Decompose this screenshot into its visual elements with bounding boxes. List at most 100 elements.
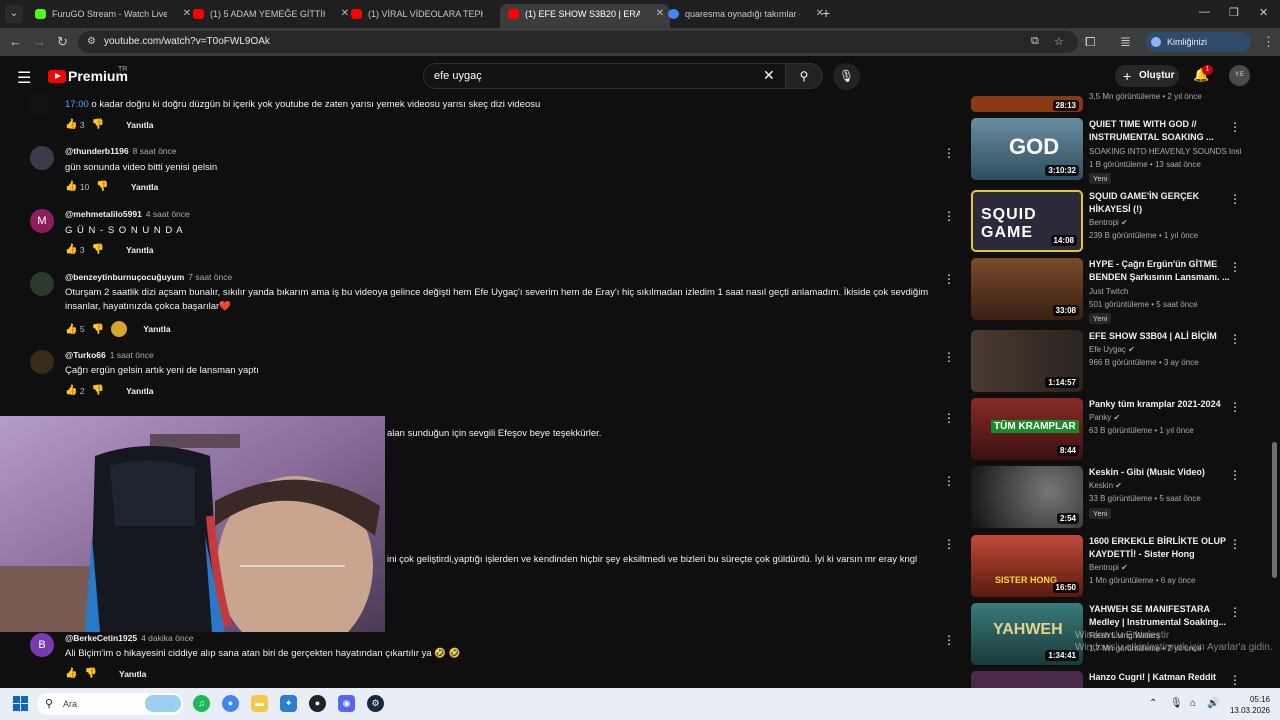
browser-tab[interactable]: quaresma oynadığı takımlar - G ✕ bbox=[660, 4, 830, 28]
author-name[interactable]: @benzeytinburnuçocuğuyum bbox=[65, 272, 184, 282]
tab-search-button[interactable]: ⌄ bbox=[5, 5, 23, 23]
video-menu-icon[interactable]: ⋮ bbox=[1229, 468, 1241, 482]
like-icon[interactable]: 👍 bbox=[65, 324, 77, 335]
video-title[interactable]: Hanzo Cugri! | Katman Reddit bbox=[1089, 671, 1241, 684]
spotify-icon[interactable]: ♫ bbox=[193, 695, 210, 712]
video-menu-icon[interactable]: ⋮ bbox=[1229, 192, 1241, 206]
comment-menu-icon[interactable]: ⋮ bbox=[943, 411, 955, 425]
comment-avatar[interactable] bbox=[30, 350, 54, 374]
search-button[interactable]: ⚲ bbox=[785, 63, 823, 89]
video-menu-icon[interactable]: ⋮ bbox=[1229, 537, 1241, 551]
comment-author[interactable]: @mehmetalilo5991 4 saat önce bbox=[65, 209, 190, 219]
minimize-icon[interactable]: — bbox=[1199, 6, 1210, 18]
video-channel[interactable]: Bentropi ✔ bbox=[1089, 218, 1241, 227]
voice-search-button[interactable]: 🎙 bbox=[833, 63, 860, 90]
reply-button[interactable]: Yanıtla bbox=[143, 324, 170, 334]
dislike-icon[interactable]: 👎 bbox=[85, 668, 97, 679]
recommendation-item[interactable]: 33:08 HYPE - Çağrı Ergün'ün GİTME BENDEN… bbox=[971, 258, 1261, 324]
recommendation-item[interactable]: GOD 3:10:32 QUIET TIME WITH GOD // INSTRU… bbox=[971, 118, 1261, 184]
video-menu-icon[interactable]: ⋮ bbox=[1229, 120, 1241, 134]
new-tab-icon[interactable]: + bbox=[822, 5, 830, 21]
comment-avatar[interactable] bbox=[30, 92, 54, 116]
create-button[interactable]: + Oluştur bbox=[1115, 65, 1179, 87]
comment-menu-icon[interactable]: ⋮ bbox=[943, 537, 955, 551]
verify-identity-button[interactable]: Kimliğinizi doğrulayın bbox=[1145, 32, 1251, 67]
video-thumbnail[interactable]: 33:08 bbox=[971, 258, 1083, 320]
account-avatar[interactable]: Y.E bbox=[1229, 65, 1250, 86]
extensions-icon[interactable]: ⧠ bbox=[1085, 34, 1095, 50]
comment-author[interactable]: @thunderb1196 8 saat önce bbox=[65, 146, 177, 156]
like-icon[interactable]: 👍 bbox=[65, 244, 77, 255]
channel-name[interactable]: Keskin bbox=[1089, 481, 1113, 490]
widget-icon[interactable] bbox=[145, 695, 181, 712]
chrome-icon[interactable]: ● bbox=[222, 695, 239, 712]
video-thumbnail[interactable]: 1:14:57 bbox=[971, 330, 1083, 392]
app-icon[interactable]: ✦ bbox=[280, 695, 297, 712]
video-channel[interactable]: Just Twitch bbox=[1089, 287, 1241, 296]
video-thumbnail[interactable]: 28:13 bbox=[971, 96, 1083, 112]
volume-icon[interactable]: 🔊 bbox=[1207, 698, 1219, 709]
video-thumbnail[interactable]: SQUID GAME 14:08 bbox=[971, 190, 1083, 252]
author-name[interactable]: @BerkeCetin1925 bbox=[65, 633, 137, 643]
bookmark-star-icon[interactable]: ☆ bbox=[1054, 35, 1064, 48]
scrollbar-thumb[interactable] bbox=[1272, 442, 1277, 578]
reply-button[interactable]: Yanıtla bbox=[131, 182, 158, 192]
comment-time[interactable]: 1 saat önce bbox=[110, 350, 154, 360]
restore-icon[interactable]: ❐ bbox=[1229, 6, 1239, 19]
reply-button[interactable]: Yanıtla bbox=[126, 386, 153, 396]
microphone-icon[interactable]: 🎙 bbox=[1170, 698, 1183, 709]
video-title[interactable]: EFE SHOW S3B04 | ALİ BİÇİM bbox=[1089, 330, 1241, 343]
dislike-icon[interactable]: 👎 bbox=[92, 244, 104, 255]
recommendation-item[interactable]: SISTER HONG 16:50 1600 ERKEKLE BİRLİKTE O… bbox=[971, 535, 1261, 597]
recommendation-item[interactable]: 2:54 Keskin - Gibi (Music Video) Keskin … bbox=[971, 466, 1261, 528]
browser-menu-icon[interactable]: ⋮ bbox=[1262, 34, 1275, 50]
comment-time[interactable]: 8 saat önce bbox=[133, 146, 177, 156]
author-name[interactable]: @Turko66 bbox=[65, 350, 106, 360]
author-name[interactable]: @thunderb1196 bbox=[65, 146, 129, 156]
video-menu-icon[interactable]: ⋮ bbox=[1229, 260, 1241, 274]
comment-author[interactable]: @Turko66 1 saat önce bbox=[65, 350, 154, 360]
video-thumbnail[interactable]: GOD 3:10:32 bbox=[971, 118, 1083, 180]
video-title[interactable]: YAHWEH SE MANIFESTARA Medley | Instrumen… bbox=[1089, 603, 1241, 629]
cast-icon[interactable]: ⧉ bbox=[1031, 35, 1039, 48]
dislike-icon[interactable]: 👎 bbox=[92, 385, 104, 396]
browser-tab[interactable]: FuruGO Stream - Watch Live on✕ bbox=[27, 4, 197, 28]
like-icon[interactable]: 👍 bbox=[65, 668, 77, 679]
windows-start-icon[interactable] bbox=[13, 696, 28, 711]
video-thumbnail[interactable] bbox=[971, 671, 1083, 688]
comment-menu-icon[interactable]: ⋮ bbox=[943, 209, 955, 223]
video-menu-icon[interactable]: ⋮ bbox=[1229, 400, 1241, 414]
channel-name[interactable]: Efe Uygaç bbox=[1089, 345, 1126, 354]
steam-icon[interactable]: ⚙ bbox=[367, 695, 384, 712]
site-info-icon[interactable]: ⚙ bbox=[87, 36, 96, 47]
forward-icon[interactable]: → bbox=[33, 34, 46, 49]
channel-name[interactable]: Bentropi bbox=[1089, 563, 1119, 572]
recommendation-item[interactable]: 1:14:57 EFE SHOW S3B04 | ALİ BİÇİM Efe U… bbox=[971, 330, 1261, 392]
video-title[interactable]: SQUID GAME'İN GERÇEK HİKAYESİ (!) bbox=[1089, 190, 1241, 216]
like-icon[interactable]: 👍 bbox=[65, 119, 77, 130]
video-title[interactable]: 1600 ERKEKLE BİRLİKTE OLUP KAYDETTİ! - S… bbox=[1089, 535, 1241, 561]
tray-expand-icon[interactable]: ⌃ bbox=[1149, 698, 1157, 709]
browser-tab-active[interactable]: (1) EFE SHOW S3B20 | ERAY CAN✕ bbox=[500, 4, 670, 28]
comment-menu-icon[interactable]: ⋮ bbox=[943, 350, 955, 364]
video-thumbnail[interactable]: YAHWEH 1:34:41 bbox=[971, 603, 1083, 665]
discord-icon[interactable]: ◉ bbox=[338, 695, 355, 712]
author-name[interactable]: @mehmetalilo5991 bbox=[65, 209, 142, 219]
reload-icon[interactable]: ↻ bbox=[57, 34, 68, 50]
recommendation-item[interactable]: SQUID GAME 14:08 SQUID GAME'İN GERÇEK HİK… bbox=[971, 190, 1261, 252]
comment-time[interactable]: 4 dakika önce bbox=[141, 633, 193, 643]
video-thumbnail[interactable]: 2:54 bbox=[971, 466, 1083, 528]
clear-search-icon[interactable]: ✕ bbox=[763, 67, 775, 84]
reply-button[interactable]: Yanıtla bbox=[126, 245, 153, 255]
video-menu-icon[interactable]: ⋮ bbox=[1229, 605, 1241, 619]
dislike-icon[interactable]: 👎 bbox=[96, 181, 108, 192]
network-icon[interactable]: ⌂ bbox=[1190, 698, 1196, 709]
browser-tab[interactable]: (1) VİRAL VİDEOLARA TEPKİ! - Y✕ bbox=[343, 4, 513, 28]
comment-menu-icon[interactable]: ⋮ bbox=[943, 474, 955, 488]
comment-author[interactable]: @benzeytinburnuçocuğuyum 7 saat önce bbox=[65, 272, 232, 282]
recommendation-item[interactable]: TÜM KRAMPLAR 8:44 Panky tüm kramplar 2021… bbox=[971, 398, 1261, 460]
channel-name[interactable]: Panky bbox=[1089, 413, 1111, 422]
video-channel[interactable]: Efe Uygaç ✔ bbox=[1089, 345, 1241, 354]
video-channel[interactable]: SOAKING INTO HEAVENLY SOUNDS Inst... bbox=[1089, 147, 1241, 156]
taskbar-clock[interactable]: 05:16 13.03.2026 bbox=[1226, 694, 1270, 716]
